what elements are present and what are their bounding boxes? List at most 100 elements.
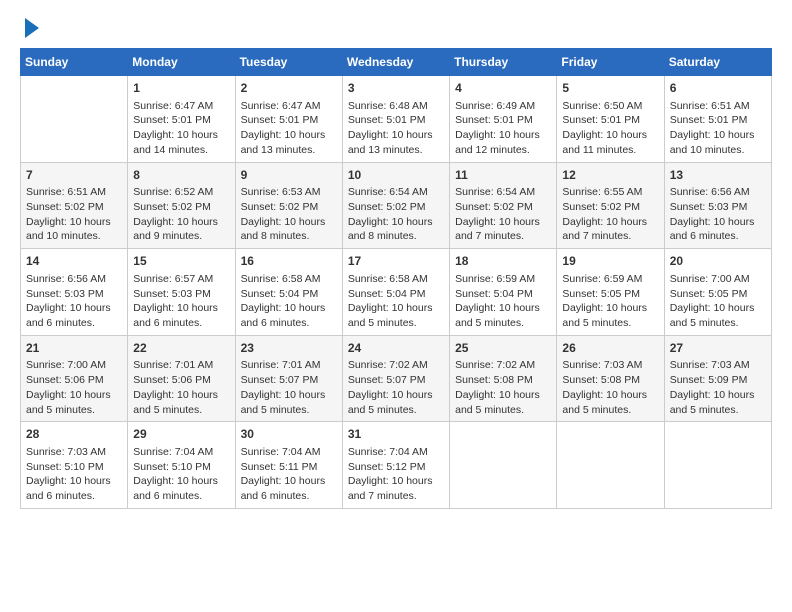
day-info: Sunrise: 7:03 AM Sunset: 5:08 PM Dayligh…	[562, 358, 658, 417]
day-info: Sunrise: 7:02 AM Sunset: 5:08 PM Dayligh…	[455, 358, 551, 417]
calendar-cell: 26Sunrise: 7:03 AM Sunset: 5:08 PM Dayli…	[557, 335, 664, 422]
day-info: Sunrise: 6:48 AM Sunset: 5:01 PM Dayligh…	[348, 99, 444, 158]
day-number: 29	[133, 426, 229, 443]
day-info: Sunrise: 6:51 AM Sunset: 5:02 PM Dayligh…	[26, 185, 122, 244]
day-number: 4	[455, 80, 551, 97]
calendar-table: SundayMondayTuesdayWednesdayThursdayFrid…	[20, 48, 772, 509]
day-info: Sunrise: 7:01 AM Sunset: 5:06 PM Dayligh…	[133, 358, 229, 417]
calendar-cell: 18 Sunrise: 6:59 AM Sunset: 5:04 PM Dayli…	[450, 249, 557, 336]
calendar-cell: 7Sunrise: 6:51 AM Sunset: 5:02 PM Daylig…	[21, 162, 128, 249]
day-number: 14	[26, 253, 122, 270]
calendar-cell: 14 Sunrise: 6:56 AM Sunset: 5:03 PM Dayli…	[21, 249, 128, 336]
weekday-header: Thursday	[450, 49, 557, 76]
day-number: 21	[26, 340, 122, 357]
day-number: 6	[670, 80, 766, 97]
weekday-header: Tuesday	[235, 49, 342, 76]
calendar-cell: 25Sunrise: 7:02 AM Sunset: 5:08 PM Dayli…	[450, 335, 557, 422]
weekday-header: Sunday	[21, 49, 128, 76]
page-header	[20, 20, 772, 38]
day-number: 19	[562, 253, 658, 270]
calendar-cell: 27Sunrise: 7:03 AM Sunset: 5:09 PM Dayli…	[664, 335, 771, 422]
calendar-cell: 31 Sunrise: 7:04 AM Sunset: 5:12 PM Dayli…	[342, 422, 449, 509]
day-number: 8	[133, 167, 229, 184]
logo-arrow-icon	[25, 18, 39, 38]
day-info: Sunrise: 6:54 AM Sunset: 5:02 PM Dayligh…	[455, 185, 551, 244]
calendar-cell: 22Sunrise: 7:01 AM Sunset: 5:06 PM Dayli…	[128, 335, 235, 422]
day-info: Sunrise: 7:00 AM Sunset: 5:06 PM Dayligh…	[26, 358, 122, 417]
day-info: Sunrise: 7:00 AM Sunset: 5:05 PM Dayligh…	[670, 272, 766, 331]
calendar-cell: 5 Sunrise: 6:50 AM Sunset: 5:01 PM Daylig…	[557, 76, 664, 163]
day-number: 12	[562, 167, 658, 184]
day-info: Sunrise: 6:50 AM Sunset: 5:01 PM Dayligh…	[562, 99, 658, 158]
calendar-cell: 10Sunrise: 6:54 AM Sunset: 5:02 PM Dayli…	[342, 162, 449, 249]
day-info: Sunrise: 7:02 AM Sunset: 5:07 PM Dayligh…	[348, 358, 444, 417]
day-number: 3	[348, 80, 444, 97]
calendar-cell	[450, 422, 557, 509]
day-number: 11	[455, 167, 551, 184]
day-number: 18	[455, 253, 551, 270]
calendar-cell: 23Sunrise: 7:01 AM Sunset: 5:07 PM Dayli…	[235, 335, 342, 422]
day-info: Sunrise: 6:59 AM Sunset: 5:04 PM Dayligh…	[455, 272, 551, 331]
calendar-cell: 21Sunrise: 7:00 AM Sunset: 5:06 PM Dayli…	[21, 335, 128, 422]
calendar-cell: 16Sunrise: 6:58 AM Sunset: 5:04 PM Dayli…	[235, 249, 342, 336]
calendar-cell: 3 Sunrise: 6:48 AM Sunset: 5:01 PM Daylig…	[342, 76, 449, 163]
day-info: Sunrise: 6:53 AM Sunset: 5:02 PM Dayligh…	[241, 185, 337, 244]
day-info: Sunrise: 6:49 AM Sunset: 5:01 PM Dayligh…	[455, 99, 551, 158]
day-number: 15	[133, 253, 229, 270]
day-info: Sunrise: 6:47 AM Sunset: 5:01 PM Dayligh…	[241, 99, 337, 158]
calendar-cell: 17 Sunrise: 6:58 AM Sunset: 5:04 PM Dayli…	[342, 249, 449, 336]
calendar-cell: 9Sunrise: 6:53 AM Sunset: 5:02 PM Daylig…	[235, 162, 342, 249]
day-number: 10	[348, 167, 444, 184]
day-number: 20	[670, 253, 766, 270]
day-info: Sunrise: 6:58 AM Sunset: 5:04 PM Dayligh…	[348, 272, 444, 331]
calendar-cell: 29 Sunrise: 7:04 AM Sunset: 5:10 PM Dayli…	[128, 422, 235, 509]
calendar-cell: 12Sunrise: 6:55 AM Sunset: 5:02 PM Dayli…	[557, 162, 664, 249]
day-number: 7	[26, 167, 122, 184]
day-number: 16	[241, 253, 337, 270]
day-number: 25	[455, 340, 551, 357]
day-number: 30	[241, 426, 337, 443]
day-info: Sunrise: 7:03 AM Sunset: 5:10 PM Dayligh…	[26, 445, 122, 504]
day-info: Sunrise: 6:56 AM Sunset: 5:03 PM Dayligh…	[26, 272, 122, 331]
calendar-cell: 4 Sunrise: 6:49 AM Sunset: 5:01 PM Daylig…	[450, 76, 557, 163]
day-number: 2	[241, 80, 337, 97]
day-number: 28	[26, 426, 122, 443]
day-info: Sunrise: 7:04 AM Sunset: 5:11 PM Dayligh…	[241, 445, 337, 504]
day-number: 9	[241, 167, 337, 184]
day-info: Sunrise: 7:04 AM Sunset: 5:12 PM Dayligh…	[348, 445, 444, 504]
day-info: Sunrise: 7:03 AM Sunset: 5:09 PM Dayligh…	[670, 358, 766, 417]
day-number: 5	[562, 80, 658, 97]
day-number: 27	[670, 340, 766, 357]
day-number: 1	[133, 80, 229, 97]
calendar-cell	[664, 422, 771, 509]
day-info: Sunrise: 6:54 AM Sunset: 5:02 PM Dayligh…	[348, 185, 444, 244]
day-info: Sunrise: 6:51 AM Sunset: 5:01 PM Dayligh…	[670, 99, 766, 158]
day-number: 13	[670, 167, 766, 184]
calendar-cell: 20 Sunrise: 7:00 AM Sunset: 5:05 PM Dayli…	[664, 249, 771, 336]
day-number: 17	[348, 253, 444, 270]
day-number: 23	[241, 340, 337, 357]
calendar-header: SundayMondayTuesdayWednesdayThursdayFrid…	[21, 49, 772, 76]
calendar-cell: 6 Sunrise: 6:51 AM Sunset: 5:01 PM Daylig…	[664, 76, 771, 163]
calendar-cell: 15 Sunrise: 6:57 AM Sunset: 5:03 PM Dayli…	[128, 249, 235, 336]
day-info: Sunrise: 7:04 AM Sunset: 5:10 PM Dayligh…	[133, 445, 229, 504]
calendar-cell	[21, 76, 128, 163]
calendar-cell: 8Sunrise: 6:52 AM Sunset: 5:02 PM Daylig…	[128, 162, 235, 249]
calendar-cell: 1Sunrise: 6:47 AM Sunset: 5:01 PM Daylig…	[128, 76, 235, 163]
day-number: 22	[133, 340, 229, 357]
calendar-cell: 11Sunrise: 6:54 AM Sunset: 5:02 PM Dayli…	[450, 162, 557, 249]
day-number: 31	[348, 426, 444, 443]
calendar-cell: 28 Sunrise: 7:03 AM Sunset: 5:10 PM Dayli…	[21, 422, 128, 509]
calendar-cell: 30 Sunrise: 7:04 AM Sunset: 5:11 PM Dayli…	[235, 422, 342, 509]
day-info: Sunrise: 7:01 AM Sunset: 5:07 PM Dayligh…	[241, 358, 337, 417]
day-info: Sunrise: 6:59 AM Sunset: 5:05 PM Dayligh…	[562, 272, 658, 331]
calendar-cell: 24Sunrise: 7:02 AM Sunset: 5:07 PM Dayli…	[342, 335, 449, 422]
calendar-cell: 19 Sunrise: 6:59 AM Sunset: 5:05 PM Dayli…	[557, 249, 664, 336]
weekday-header: Wednesday	[342, 49, 449, 76]
day-info: Sunrise: 6:56 AM Sunset: 5:03 PM Dayligh…	[670, 185, 766, 244]
logo	[20, 20, 39, 38]
day-number: 26	[562, 340, 658, 357]
day-info: Sunrise: 6:55 AM Sunset: 5:02 PM Dayligh…	[562, 185, 658, 244]
day-info: Sunrise: 6:57 AM Sunset: 5:03 PM Dayligh…	[133, 272, 229, 331]
calendar-cell: 2 Sunrise: 6:47 AM Sunset: 5:01 PM Daylig…	[235, 76, 342, 163]
